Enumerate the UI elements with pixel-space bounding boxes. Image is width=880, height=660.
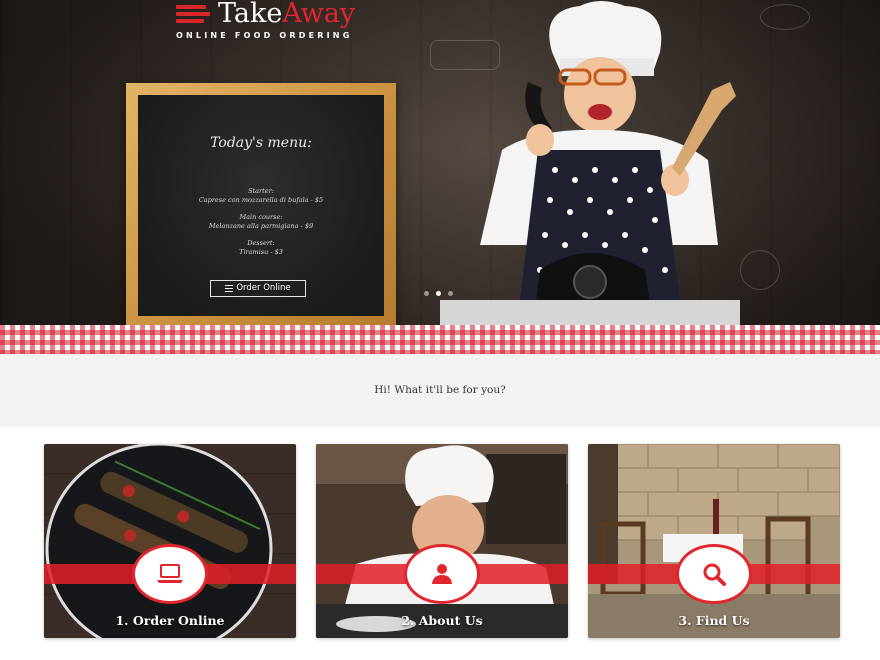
chef-illustration [440, 1, 740, 325]
slider-dots [424, 291, 453, 296]
card-label: 3. Find Us [678, 613, 750, 628]
restaurant-photo [588, 444, 840, 638]
laptop-icon [157, 564, 183, 583]
greeting-text: Hi! What it'll be for you? [374, 384, 506, 396]
slider-dot-active[interactable] [436, 291, 441, 296]
sketch-decoration [740, 250, 780, 290]
brand-name-part2: Away [282, 0, 356, 29]
card-icon-circle[interactable] [404, 544, 480, 604]
search-icon [703, 563, 726, 586]
site-logo[interactable]: TakeAway ONLINE FOOD ORDERING [176, 0, 396, 44]
card-order-online[interactable]: 1. Order Online [44, 444, 296, 638]
gingham-divider [0, 325, 880, 354]
menu-chalkboard: Today's menu: Starter: Caprese con mozza… [126, 83, 396, 325]
menu-title: Today's menu: [210, 135, 312, 151]
sketch-decoration [760, 4, 810, 30]
card-icon-circle[interactable] [132, 544, 208, 604]
slider-dot[interactable] [424, 291, 429, 296]
logo-mark-icon [176, 5, 210, 25]
chef-photo [316, 444, 568, 638]
card-label: 1. Order Online [115, 613, 225, 628]
menu-line: Main course: [239, 213, 283, 221]
card-about-us[interactable]: 2. About Us [316, 444, 568, 638]
kebab-photo [44, 444, 296, 638]
list-icon [225, 285, 234, 292]
slider-dot[interactable] [448, 291, 453, 296]
card-find-us[interactable]: 3. Find Us [588, 444, 840, 638]
menu-line: Starter: [248, 187, 274, 195]
card-label: 2. About Us [401, 613, 483, 628]
menu-line: Melanzane alla parmigiana - $9 [208, 222, 314, 230]
menu-line: Dessert: [247, 239, 275, 247]
order-online-button[interactable]: Order Online [210, 280, 306, 297]
brand-name-part1: Take [218, 0, 283, 29]
user-icon [432, 564, 452, 584]
order-online-button-label: Order Online [236, 283, 291, 293]
menu-line: Caprese con mozzarella di bufala - $5 [198, 196, 324, 204]
hero-slider: TakeAway ONLINE FOOD ORDERING Today's me… [0, 0, 880, 325]
brand-name: TakeAway [218, 0, 355, 30]
brand-tagline: ONLINE FOOD ORDERING [176, 31, 353, 40]
menu-line: Tiramisu - $3 [239, 248, 283, 256]
greeting-section: Hi! What it'll be for you? [0, 354, 880, 427]
card-icon-circle[interactable] [676, 544, 752, 604]
chalkboard-surface: Today's menu: Starter: Caprese con mozza… [138, 95, 384, 316]
